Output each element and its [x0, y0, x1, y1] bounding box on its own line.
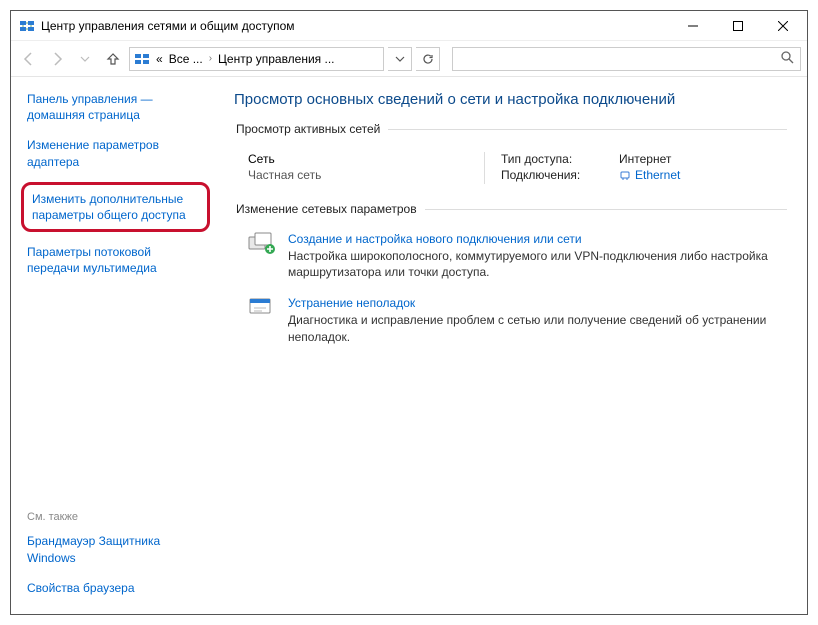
breadcrumb-item[interactable]: Все ... — [169, 52, 203, 66]
change-settings-legend: Изменение сетевых параметров — [234, 202, 425, 216]
divider — [484, 152, 485, 184]
network-type: Частная сеть — [248, 168, 468, 182]
see-also-browser[interactable]: Свойства браузера — [27, 580, 206, 596]
task-new-connection: Создание и настройка нового подключения … — [234, 226, 787, 290]
change-settings-group: Изменение сетевых параметров Создание и … — [234, 202, 787, 355]
minimize-button[interactable] — [670, 12, 715, 40]
sidebar-link-advanced-sharing[interactable]: Изменить дополнительные параметры общего… — [21, 182, 210, 232]
task-troubleshoot: Устранение неполадок Диагностика и испра… — [234, 290, 787, 354]
breadcrumb-box[interactable]: « Все ... › Центр управления ... — [129, 47, 384, 71]
search-icon[interactable] — [781, 51, 794, 67]
window: Центр управления сетями и общим доступом… — [10, 10, 808, 615]
see-also-firewall[interactable]: Брандмауэр Защитника Windows — [27, 533, 206, 565]
body: Панель управления — домашняя страница Из… — [11, 77, 807, 614]
new-connection-icon — [248, 232, 276, 256]
main-content: Просмотр основных сведений о сети и наст… — [216, 77, 807, 614]
troubleshoot-icon — [248, 296, 276, 320]
sidebar: Панель управления — домашняя страница Из… — [11, 77, 216, 614]
search-input[interactable] — [459, 51, 781, 67]
up-button[interactable] — [101, 47, 125, 71]
connections-label: Подключения: — [501, 168, 601, 182]
chevron-right-icon: › — [209, 53, 212, 64]
access-type-value: Интернет — [619, 152, 671, 166]
address-dropdown[interactable] — [388, 47, 412, 71]
recent-dropdown[interactable] — [73, 47, 97, 71]
maximize-button[interactable] — [715, 12, 760, 40]
task-troubleshoot-desc: Диагностика и исправление проблем с сеть… — [288, 312, 787, 344]
window-title: Центр управления сетями и общим доступом — [41, 19, 670, 33]
task-new-connection-title[interactable]: Создание и настройка нового подключения … — [288, 232, 787, 246]
access-type-label: Тип доступа: — [501, 152, 601, 166]
breadcrumb-prefix: « — [156, 52, 163, 66]
back-button[interactable] — [17, 47, 41, 71]
active-networks-group: Просмотр активных сетей Сеть Частная сет… — [234, 122, 787, 184]
forward-button[interactable] — [45, 47, 69, 71]
window-controls — [670, 12, 805, 40]
titlebar: Центр управления сетями и общим доступом — [11, 11, 807, 41]
task-troubleshoot-title[interactable]: Устранение неполадок — [288, 296, 787, 310]
network-row: Сеть Частная сеть Тип доступа: Интернет … — [234, 146, 787, 184]
active-networks-legend: Просмотр активных сетей — [234, 122, 388, 136]
connection-link[interactable]: Ethernet — [619, 168, 680, 182]
breadcrumb-item[interactable]: Центр управления ... — [218, 52, 334, 66]
page-title: Просмотр основных сведений о сети и наст… — [234, 91, 787, 108]
see-also-heading: См. также — [27, 511, 206, 523]
breadcrumb-icon — [134, 51, 150, 67]
task-new-connection-desc: Настройка широкополосного, коммутируемог… — [288, 248, 787, 280]
sidebar-link-home[interactable]: Панель управления — домашняя страница — [27, 91, 206, 123]
ethernet-icon — [619, 169, 631, 181]
search-box[interactable] — [452, 47, 801, 71]
sidebar-link-media-streaming[interactable]: Параметры потоковой передачи мультимедиа — [27, 244, 206, 276]
connection-value: Ethernet — [635, 168, 680, 182]
close-button[interactable] — [760, 12, 805, 40]
sidebar-link-adapter-settings[interactable]: Изменение параметров адаптера — [27, 137, 206, 169]
app-icon — [19, 18, 35, 34]
network-name: Сеть — [248, 152, 468, 166]
refresh-button[interactable] — [416, 47, 440, 71]
network-details: Тип доступа: Интернет Подключения: Ether… — [501, 152, 680, 184]
network-basic: Сеть Частная сеть — [248, 152, 468, 184]
address-bar: « Все ... › Центр управления ... — [11, 41, 807, 77]
